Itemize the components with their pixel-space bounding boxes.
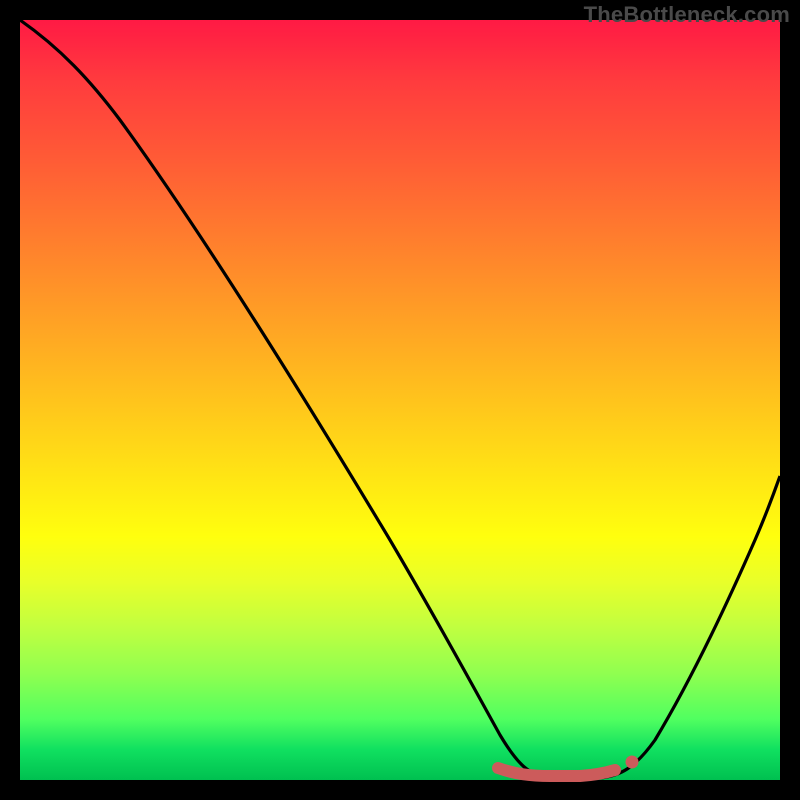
- optimal-point-marker: [626, 756, 639, 769]
- curve-layer: [20, 20, 780, 780]
- bottleneck-curve: [20, 20, 780, 778]
- watermark-text: TheBottleneck.com: [584, 2, 790, 28]
- optimal-range-marker: [498, 768, 615, 776]
- chart-frame: TheBottleneck.com: [0, 0, 800, 800]
